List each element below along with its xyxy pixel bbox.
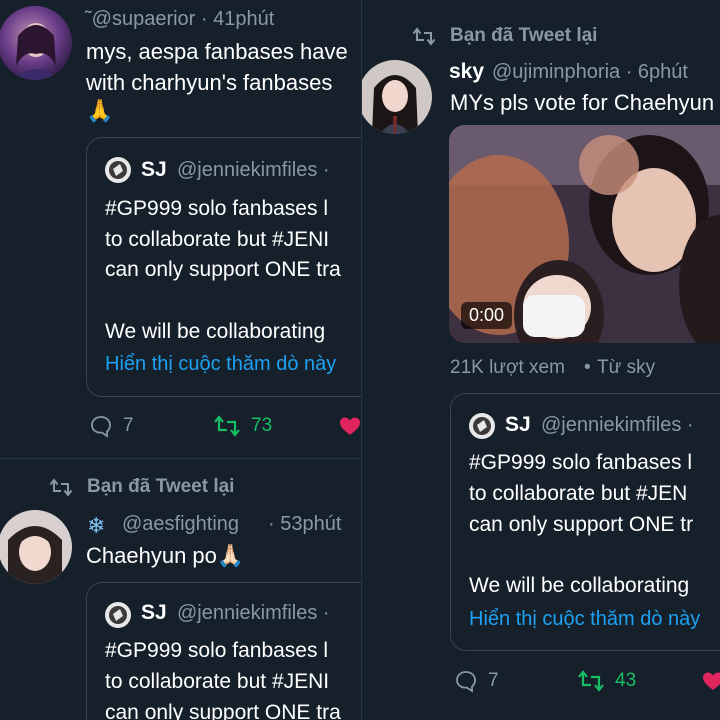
avatar-ujiminphoria[interactable]	[362, 60, 432, 134]
quoted-text-line-3: can only support ONE tr	[469, 513, 694, 536]
tweet-divider	[0, 458, 361, 459]
show-poll-link[interactable]: Hiển thị cuộc thăm dò này	[105, 353, 336, 376]
quoted-text-line-1: #GP999 solo fanbases l	[105, 639, 328, 662]
tweet-author-name[interactable]: sky	[449, 60, 484, 84]
quoted-text-line-4: We will be collaborating	[469, 574, 690, 597]
retweet-icon	[412, 27, 436, 46]
quoted-text-line-2: to collaborate but #JEN	[469, 482, 688, 505]
quoted-author-handle: @jenniekimfiles ·	[177, 602, 330, 624]
reply-button[interactable]: 7	[454, 669, 499, 693]
avatar-art	[8, 526, 62, 584]
quoted-text-line-1: #GP999 solo fanbases l	[469, 451, 692, 474]
retweet-banner: Bạn đã Tweet lại	[49, 476, 234, 498]
quoted-text-line-3: can only support ONE tra	[105, 701, 341, 720]
reply-icon	[456, 671, 476, 693]
avatar-art	[372, 75, 418, 134]
quoted-text-line-4: We will be collaborating	[105, 320, 326, 343]
quoted-text-line-1: #GP999 solo fanbases l	[105, 197, 328, 220]
quoted-tweet-card[interactable]: SJ @jenniekimfiles · #GP999 solo fanbase…	[86, 582, 361, 720]
retweet-count: 43	[615, 670, 637, 691]
meta-separator: •	[584, 357, 591, 378]
heart-icon	[340, 417, 360, 435]
tweet-handle-time: @ujiminphoria · 6phút	[492, 61, 688, 83]
snowflake-icon: ❄	[87, 513, 106, 538]
avatar-supaerior[interactable]	[0, 6, 72, 80]
tweet-text: MYs pls vote for Chaehyun	[450, 90, 715, 115]
sj-avatar-icon	[105, 157, 131, 183]
folded-hands-emoji: 🙏	[86, 98, 114, 123]
quoted-text-line-2: to collaborate but #JENI	[105, 670, 330, 693]
retweet-icon	[49, 478, 73, 497]
tweet-handle-time: ˜@supaerior · 41phút	[85, 8, 275, 30]
quoted-author-handle: @jenniekimfiles ·	[177, 159, 330, 181]
video-time-badge: 0:00	[461, 302, 513, 329]
quoted-text-line-3: can only support ONE tra	[105, 258, 341, 281]
right-timeline-panel: Bạn đã Tweet lại sky @ujiminphoria · 6ph…	[361, 0, 720, 720]
quoted-tweet-card[interactable]: SJ @jenniekimfiles · #GP999 solo fanbase…	[450, 393, 720, 651]
reply-icon	[91, 416, 111, 438]
tweet-text: Chaehyun po🙏🏻	[86, 543, 245, 568]
retweet-banner: Bạn đã Tweet lại	[412, 25, 597, 47]
avatar-aesfighting[interactable]	[0, 510, 72, 584]
like-button[interactable]	[701, 669, 720, 693]
retweet-button[interactable]: 73	[213, 414, 272, 438]
sj-avatar-icon	[105, 602, 131, 628]
show-poll-link[interactable]: Hiển thị cuộc thăm dò này	[469, 608, 700, 631]
reply-count: 7	[123, 415, 134, 436]
left-timeline-panel: ˜@supaerior · 41phút mys, aespa fanbases…	[0, 0, 361, 720]
avatar-art	[12, 23, 60, 80]
tweet-handle[interactable]: @aesfighting	[122, 513, 239, 536]
video-view-count: 21K lượt xem	[450, 357, 565, 378]
retweet-banner-text: Bạn đã Tweet lại	[450, 25, 598, 46]
like-button[interactable]	[338, 414, 361, 438]
tweet-time: · 53phút	[268, 513, 342, 535]
reply-count: 7	[488, 670, 499, 691]
quoted-author-name: SJ	[141, 601, 167, 624]
retweet-count: 73	[251, 415, 273, 436]
heart-icon	[703, 672, 720, 690]
quoted-text-line-2: to collaborate but #JENI	[105, 228, 330, 251]
reply-button[interactable]: 7	[89, 414, 134, 438]
quoted-tweet-card[interactable]: SJ @jenniekimfiles · #GP999 solo fanbase…	[86, 137, 361, 397]
quoted-author-name: SJ	[505, 413, 531, 436]
tweet-text-line-2: with charhyun's fanbases	[86, 70, 333, 95]
retweet-banner-text: Bạn đã Tweet lại	[87, 476, 235, 497]
retweet-button[interactable]: 43	[577, 669, 636, 693]
sj-avatar-icon	[469, 413, 495, 439]
quoted-author-handle: @jenniekimfiles ·	[541, 414, 694, 436]
video-source: Từ sky	[597, 357, 656, 378]
quoted-author-name: SJ	[141, 158, 167, 181]
tweet-text-line-1: mys, aespa fanbases have	[86, 39, 348, 64]
retweet-icon	[214, 415, 240, 437]
video-player[interactable]: 0:00	[449, 125, 720, 343]
retweet-icon	[578, 670, 604, 692]
